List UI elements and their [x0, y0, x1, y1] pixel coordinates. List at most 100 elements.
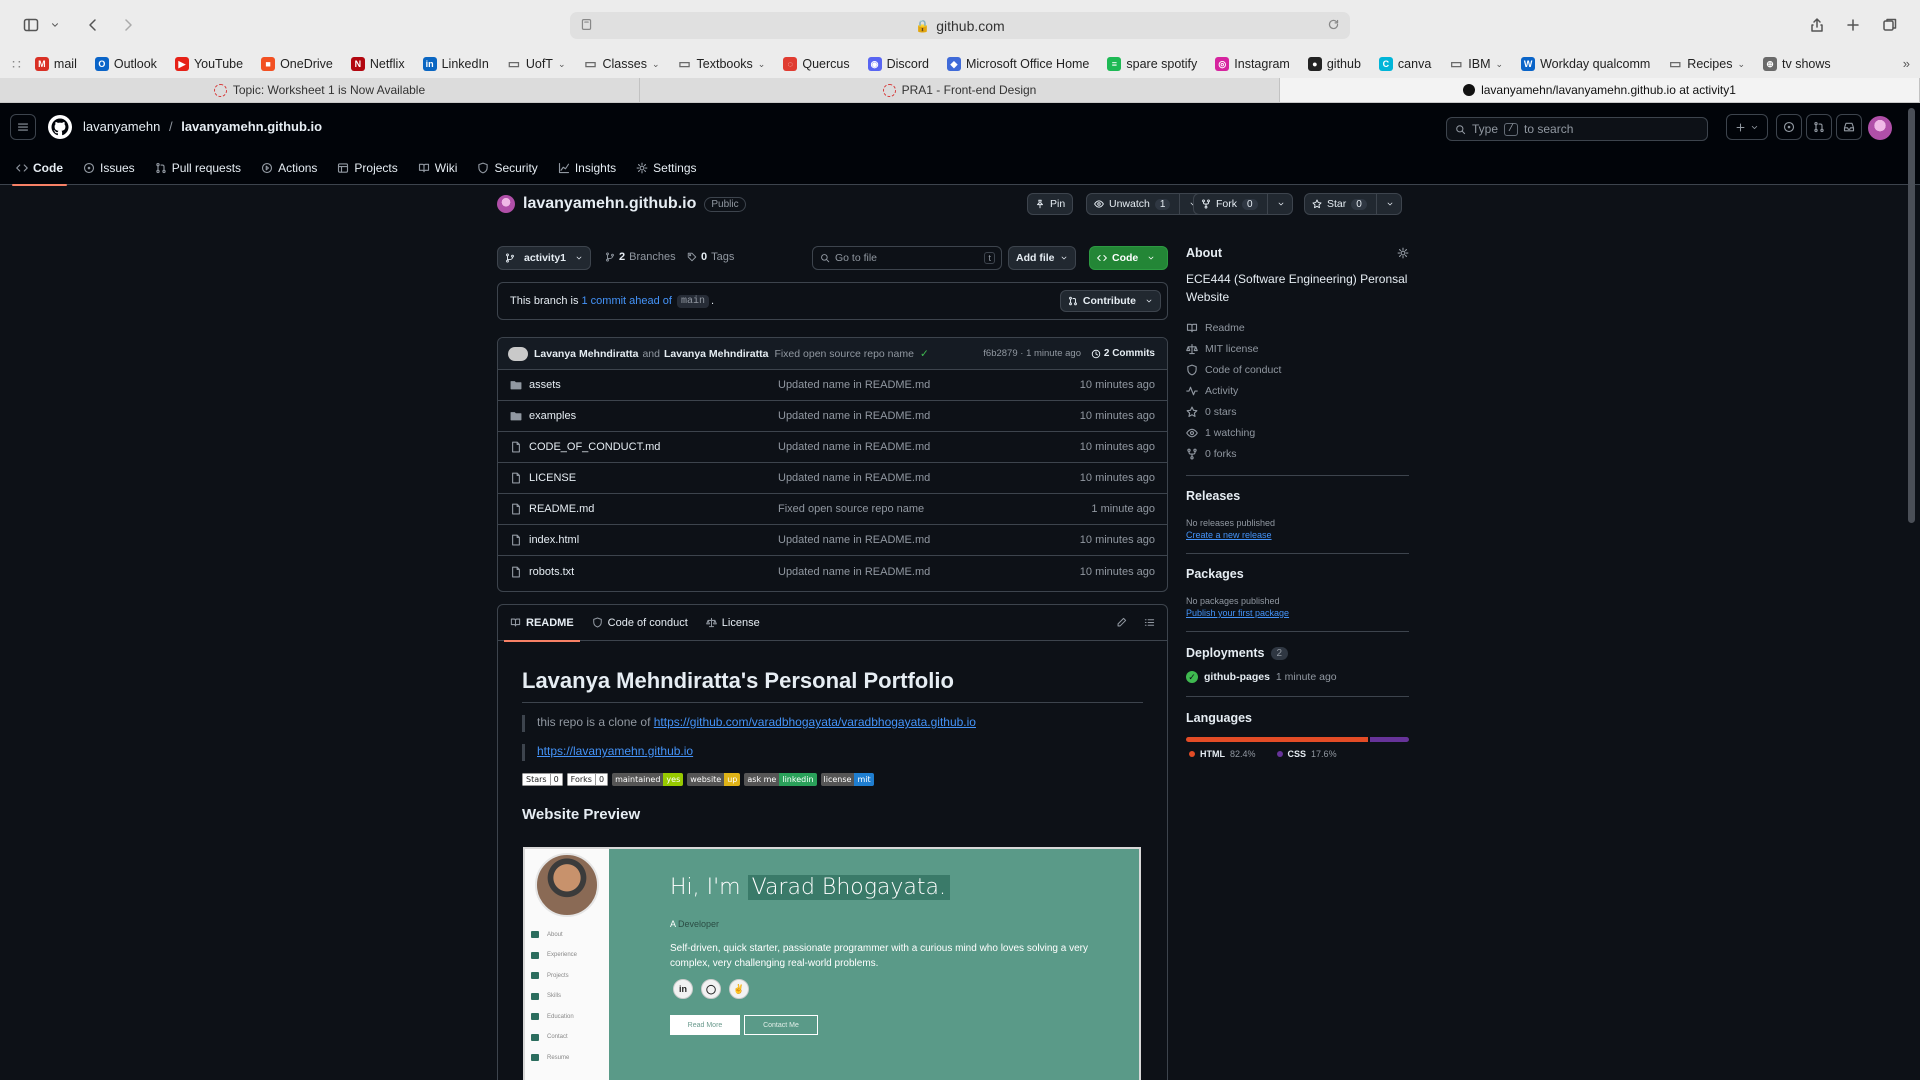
search-input[interactable]: Type / to search — [1446, 117, 1708, 141]
bookmark-classes[interactable]: ▭ Classes ⌄ — [584, 56, 659, 71]
deployments-title[interactable]: Deployments — [1186, 646, 1265, 660]
about-link-code-of-conduct[interactable]: Code of conduct — [1186, 359, 1409, 380]
repo-link[interactable]: lavanyamehn.github.io — [181, 119, 322, 134]
about-link-1-watching[interactable]: 1 watching — [1186, 422, 1409, 443]
file-name[interactable]: README.md — [529, 503, 594, 515]
unwatch-button[interactable]: Unwatch 1 — [1086, 193, 1206, 215]
bookmark-recipes[interactable]: ▭ Recipes ⌄ — [1668, 56, 1745, 71]
bookmark-github[interactable]: ● github — [1307, 57, 1361, 71]
branch-select[interactable]: activity1 — [497, 246, 592, 270]
chevron-down-icon[interactable] — [48, 13, 62, 37]
tab-license[interactable]: License — [705, 605, 760, 641]
bookmark-instagram[interactable]: ◎ Instagram — [1215, 57, 1290, 71]
file-commit-message[interactable]: Updated name in README.md — [778, 379, 930, 391]
page-scrollbar[interactable] — [1908, 108, 1915, 523]
file-name[interactable]: robots.txt — [529, 566, 574, 578]
browser-tab[interactable]: Topic: Worksheet 1 is Now Available — [0, 78, 640, 102]
go-to-file-input[interactable]: Go to file t — [812, 246, 1002, 270]
sidebar-toggle-icon[interactable] — [18, 13, 44, 37]
tab-overview-icon[interactable] — [1877, 13, 1903, 37]
commits-link[interactable]: 2 Commits — [1091, 348, 1155, 359]
bookmark-mail[interactable]: Mmail — [34, 57, 77, 71]
browser-tab[interactable]: PRA1 - Front-end Design — [640, 78, 1280, 102]
bookmark-onedrive[interactable]: ■ OneDrive — [261, 57, 333, 71]
bookmark-spare-spotify[interactable]: ≡ spare spotify — [1107, 57, 1197, 71]
bookmark-linkedin[interactable]: in LinkedIn — [422, 57, 489, 71]
about-link-0-forks[interactable]: 0 forks — [1186, 443, 1409, 464]
bookmark-outlook[interactable]: O Outlook — [94, 57, 157, 71]
menu-icon[interactable] — [10, 114, 36, 140]
branches-link[interactable]: 2 Branches — [605, 251, 676, 263]
bookmark-netflix[interactable]: N Netflix — [350, 57, 405, 71]
tab-code-of-conduct[interactable]: Code of conduct — [592, 605, 688, 641]
file-name[interactable]: index.html — [529, 534, 579, 546]
tab-projects[interactable]: Projects — [337, 151, 398, 185]
packages-title[interactable]: Packages — [1186, 567, 1409, 581]
inbox-icon[interactable] — [1836, 114, 1862, 140]
apps-grid-icon[interactable]: ∷ — [12, 56, 21, 73]
badge-stars[interactable]: Stars 0 — [522, 773, 563, 786]
commit-coauthor[interactable]: Lavanya Mehndiratta — [664, 348, 768, 360]
bookmark-discord[interactable]: ◉ Discord — [867, 57, 929, 71]
table-row[interactable]: examples Updated name in README.md 10 minu… — [498, 401, 1167, 432]
tags-link[interactable]: 0 Tags — [687, 251, 734, 263]
tab-insights[interactable]: Insights — [558, 151, 616, 185]
tab-issues[interactable]: Issues — [83, 151, 135, 185]
commit-author[interactable]: Lavanya Mehndiratta — [534, 348, 638, 360]
back-arrow-icon[interactable] — [80, 13, 106, 37]
about-link-readme[interactable]: Readme — [1186, 317, 1409, 338]
owner-link[interactable]: lavanyamehn — [83, 119, 160, 134]
table-row[interactable]: assets Updated name in README.md 10 minute… — [498, 370, 1167, 401]
repo-name[interactable]: lavanyamehn.github.io — [523, 195, 696, 213]
star-button[interactable]: Star 0 — [1304, 193, 1402, 215]
create-release-link[interactable]: Create a new release — [1186, 530, 1409, 540]
bookmark-canva[interactable]: Ccanva — [1378, 57, 1431, 71]
pull-requests-icon[interactable] — [1806, 114, 1832, 140]
about-link-mit-license[interactable]: MIT license — [1186, 338, 1409, 359]
outline-list-icon[interactable] — [1144, 617, 1155, 628]
table-row[interactable]: robots.txt Updated name in README.md 10 mi… — [498, 556, 1167, 587]
language-item[interactable]: CSS 17.6% — [1276, 749, 1337, 759]
about-link-0-stars[interactable]: 0 stars — [1186, 401, 1409, 422]
gear-icon[interactable] — [1397, 247, 1409, 259]
file-name[interactable]: CODE_OF_CONDUCT.md — [529, 441, 660, 453]
commit-meta[interactable]: f6b2879 · 1 minute ago — [983, 348, 1081, 359]
contribute-button[interactable]: Contribute — [1059, 290, 1161, 312]
bookmark-microsoft-office-home[interactable]: ◆ Microsoft Office Home — [946, 57, 1089, 71]
site-link[interactable]: https://lavanyamehn.github.io — [537, 744, 693, 758]
table-row[interactable]: LICENSE Updated name in README.md 10 minut… — [498, 463, 1167, 494]
badge-license[interactable]: license mit — [820, 773, 874, 786]
clone-source-link[interactable]: https://github.com/varadbhogayata/varadb… — [654, 715, 976, 729]
reload-icon[interactable] — [1327, 18, 1340, 31]
bookmark-youtube[interactable]: ▶ YouTube — [174, 57, 243, 71]
table-row[interactable]: README.md Fixed open source repo name 1 mi… — [498, 494, 1167, 525]
bookmark-tv-shows[interactable]: ⊕ tv shows — [1763, 57, 1831, 71]
user-avatar[interactable] — [1868, 116, 1892, 140]
tab-pull-requests[interactable]: Pull requests — [155, 151, 241, 185]
tab-settings[interactable]: Settings — [636, 151, 697, 185]
forward-arrow-icon[interactable] — [115, 13, 141, 37]
browser-tab[interactable]: lavanyamehn/lavanyamehn.github.io at act… — [1280, 78, 1920, 102]
deployment-name[interactable]: github-pages — [1204, 671, 1270, 683]
create-new-button[interactable] — [1726, 114, 1768, 140]
file-name[interactable]: LICENSE — [529, 472, 576, 484]
bookmark-textbooks[interactable]: ▭ Textbooks ⌄ — [678, 56, 765, 71]
tab-actions[interactable]: Actions — [261, 151, 317, 185]
table-row[interactable]: index.html Updated name in README.md 10 mi… — [498, 525, 1167, 556]
file-commit-message[interactable]: Updated name in README.md — [778, 472, 930, 484]
bookmark-ibm[interactable]: ▭ IBM ⌄ — [1449, 56, 1503, 71]
tab-security[interactable]: Security — [477, 151, 538, 185]
add-file-button[interactable]: Add file — [1008, 246, 1076, 270]
more-bookmarks-icon[interactable]: » — [1903, 56, 1910, 71]
publish-package-link[interactable]: Publish your first package — [1186, 608, 1409, 618]
file-commit-message[interactable]: Updated name in README.md — [778, 566, 930, 578]
github-logo-icon[interactable] — [48, 115, 72, 139]
releases-title[interactable]: Releases — [1186, 489, 1409, 503]
badge-website[interactable]: website up — [687, 773, 741, 786]
fork-button[interactable]: Fork 0 — [1193, 193, 1293, 215]
file-commit-message[interactable]: Updated name in README.md — [778, 534, 930, 546]
tab-wiki[interactable]: Wiki — [418, 151, 457, 185]
bookmark-workday-qualcomm[interactable]: W Workday qualcomm — [1521, 57, 1650, 71]
file-name[interactable]: assets — [529, 379, 561, 391]
badge-maintained[interactable]: maintained yes — [612, 773, 684, 786]
